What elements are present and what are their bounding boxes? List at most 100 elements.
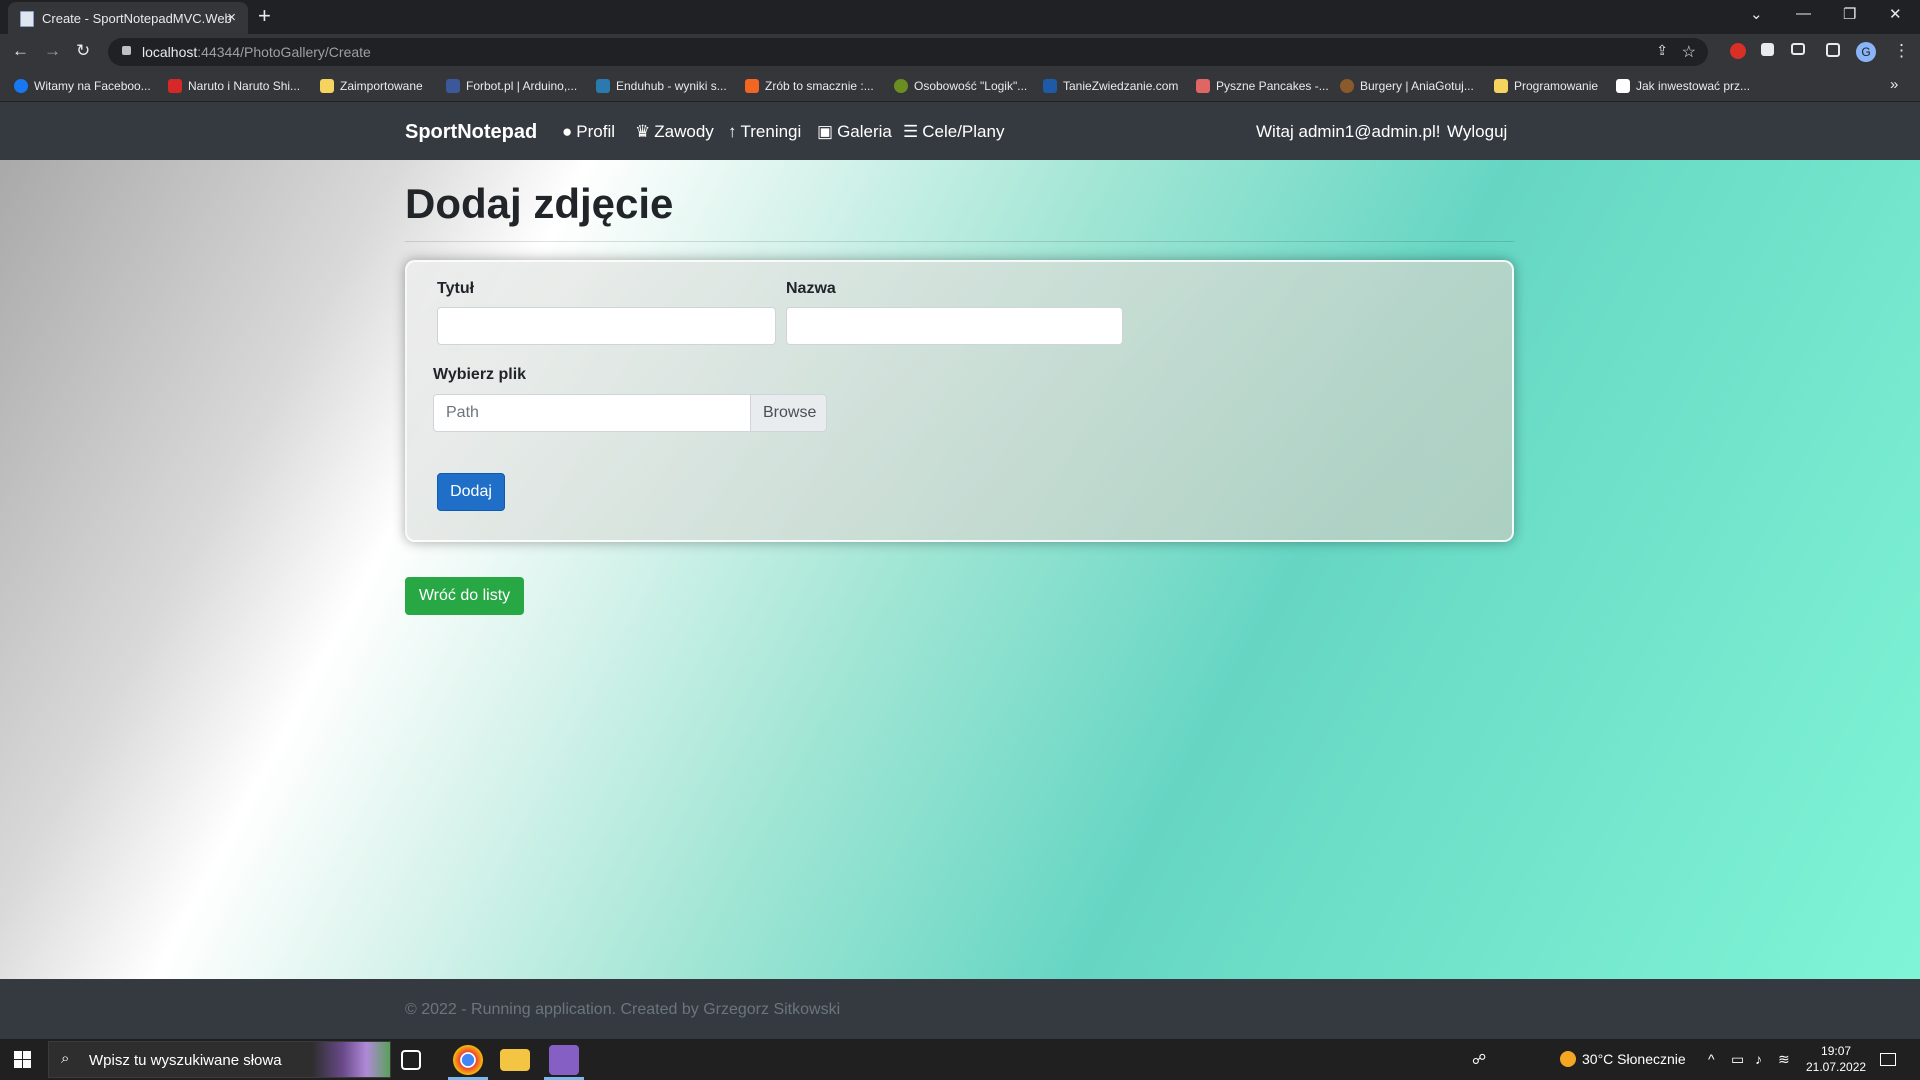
- nav-item-galeria[interactable]: ▣ Galeria: [817, 122, 892, 142]
- tab-title: Create - SportNotepadMVC.Web: [42, 11, 232, 26]
- weather-widget[interactable]: 30°C Słonecznie: [1560, 1051, 1686, 1067]
- title-label: Tytuł: [437, 280, 475, 297]
- visual-studio-icon[interactable]: [549, 1045, 579, 1075]
- brand-link[interactable]: SportNotepad: [405, 121, 537, 144]
- nav-item-zawody[interactable]: ♛ Zawody: [635, 122, 714, 142]
- windows-taskbar: ⌕ Wpisz tu wyszukiwane słowa ☍ 30°C Słon…: [0, 1039, 1920, 1080]
- bookmark-item[interactable]: Programowanie: [1494, 79, 1598, 93]
- url-text: localhost:44344/PhotoGallery/Create: [142, 44, 371, 60]
- bookmark-favicon-icon: [894, 79, 908, 93]
- side-panel-icon[interactable]: [1826, 43, 1840, 57]
- bookmark-item[interactable]: Forbot.pl | Arduino,...: [446, 79, 577, 93]
- bookmark-item[interactable]: Enduhub - wyniki s...: [596, 79, 727, 93]
- image-icon: ▣: [817, 122, 834, 141]
- bookmark-favicon-icon: [1196, 79, 1210, 93]
- nav-item-treningi[interactable]: ↑ Treningi: [728, 122, 801, 142]
- bookmark-item[interactable]: Osobowość "Logik"...: [894, 79, 1027, 93]
- people-icon[interactable]: ☍: [1472, 1051, 1486, 1068]
- folder-icon: [1494, 79, 1508, 93]
- bookmark-favicon-icon: [596, 79, 610, 93]
- bookmark-favicon-icon: [1616, 79, 1630, 93]
- bookmark-item[interactable]: Naruto i Naruto Shi...: [168, 79, 300, 93]
- new-tab-icon[interactable]: +: [258, 3, 271, 29]
- notifications-icon[interactable]: [1880, 1053, 1896, 1066]
- bookmark-item[interactable]: Pyszne Pancakes -...: [1196, 79, 1329, 93]
- bookmarks-bar: Witamy na Faceboo... Naruto i Naruto Shi…: [0, 70, 1920, 102]
- taskbar-search-placeholder: Wpisz tu wyszukiwane słowa: [89, 1052, 282, 1069]
- browser-tab-active[interactable]: Create - SportNotepadMVC.Web ×: [8, 2, 248, 34]
- tray-chevron-icon[interactable]: ^: [1708, 1051, 1715, 1067]
- bookmark-item[interactable]: Zaimportowane: [320, 79, 423, 93]
- wifi-icon[interactable]: ≋: [1778, 1051, 1790, 1068]
- extensions-puzzle-icon[interactable]: [1761, 43, 1774, 56]
- user-circle-icon: ●: [562, 122, 573, 141]
- divider: [405, 241, 1514, 242]
- bookmark-favicon-icon: [446, 79, 460, 93]
- extension-red-icon[interactable]: [1730, 43, 1746, 59]
- back-to-list-button[interactable]: Wróć do listy: [405, 577, 524, 615]
- trophy-icon: ♛: [635, 122, 651, 141]
- nav-item-profil[interactable]: ● Profil: [562, 122, 615, 142]
- clock-date: 21.07.2022: [1806, 1060, 1867, 1074]
- browser-toolbar: ← → ↻ localhost:44344/PhotoGallery/Creat…: [0, 34, 1920, 70]
- bookmark-item[interactable]: Burgery | AniaGotuj...: [1340, 79, 1474, 93]
- title-input[interactable]: [437, 307, 776, 345]
- file-label: Wybierz plik: [433, 366, 527, 383]
- taskbar-search[interactable]: ⌕ Wpisz tu wyszukiwane słowa: [48, 1041, 391, 1078]
- add-button[interactable]: Dodaj: [437, 473, 505, 511]
- nav-item-cele-plany[interactable]: ☰ Cele/Plany: [903, 122, 1004, 142]
- file-path-input[interactable]: Path: [433, 394, 751, 432]
- profile-avatar[interactable]: G: [1856, 42, 1876, 62]
- arrow-up-icon: ↑: [728, 122, 737, 141]
- search-highlight-image: [312, 1042, 390, 1077]
- address-bar[interactable]: localhost:44344/PhotoGallery/Create ⇪ ☆: [108, 38, 1708, 66]
- system-clock[interactable]: 19:07 21.07.2022: [1806, 1043, 1866, 1075]
- tab-search-icon[interactable]: ⌄: [1750, 5, 1763, 23]
- bookmark-favicon-icon: [1043, 79, 1057, 93]
- bookmark-item[interactable]: Zrób to smacznie :...: [745, 79, 874, 93]
- create-photo-form: Tytuł Nazwa Wybierz plik Path Browse Dod…: [405, 260, 1514, 542]
- close-window-icon[interactable]: ✕: [1889, 5, 1902, 23]
- bookmark-favicon-icon: [745, 79, 759, 93]
- folder-icon: [320, 79, 334, 93]
- reading-list-icon[interactable]: [1791, 43, 1805, 55]
- page-icon: [20, 11, 34, 27]
- browse-button[interactable]: Browse: [750, 394, 827, 432]
- windows-start-icon[interactable]: [14, 1051, 31, 1068]
- welcome-user-link[interactable]: Witaj admin1@admin.pl!: [1256, 122, 1441, 142]
- share-icon[interactable]: ⇪: [1656, 42, 1668, 59]
- bookmark-item[interactable]: TanieZwiedzanie.com: [1043, 79, 1178, 93]
- bookmark-favicon-icon: [1340, 79, 1354, 93]
- tab-close-icon[interactable]: ×: [227, 9, 236, 26]
- footer-text: © 2022 - Running application. Created by…: [405, 1001, 841, 1018]
- logout-link[interactable]: Wyloguj: [1447, 122, 1507, 142]
- menu-kebab-icon[interactable]: ⋮: [1893, 41, 1910, 61]
- chrome-icon[interactable]: [453, 1045, 483, 1075]
- battery-icon[interactable]: ▭: [1731, 1051, 1744, 1068]
- main-content: Dodaj zdjęcie Tytuł Nazwa Wybierz plik P…: [0, 160, 1920, 979]
- search-icon: ⌕: [61, 1050, 70, 1067]
- task-view-icon[interactable]: [401, 1050, 421, 1070]
- file-explorer-icon[interactable]: [500, 1049, 530, 1071]
- site-footer: © 2022 - Running application. Created by…: [0, 979, 1920, 1039]
- bookmark-favicon-icon: [168, 79, 182, 93]
- bookmark-star-icon[interactable]: ☆: [1682, 42, 1696, 62]
- bookmark-item[interactable]: Jak inwestować prz...: [1616, 79, 1750, 93]
- restore-icon[interactable]: ❐: [1843, 5, 1856, 23]
- clock-time: 19:07: [1821, 1044, 1852, 1058]
- name-label: Nazwa: [786, 280, 836, 297]
- lock-icon: [122, 46, 131, 55]
- list-icon: ☰: [903, 122, 919, 141]
- bookmarks-overflow-icon[interactable]: »: [1890, 76, 1898, 93]
- sun-icon: [1560, 1051, 1576, 1067]
- page-title: Dodaj zdjęcie: [405, 180, 674, 227]
- browser-tab-strip: Create - SportNotepadMVC.Web × + ⌄ — ❐ ✕: [0, 0, 1920, 34]
- forward-icon[interactable]: →: [44, 41, 61, 61]
- back-icon[interactable]: ←: [12, 41, 29, 61]
- bookmark-item[interactable]: Witamy na Faceboo...: [14, 79, 151, 93]
- volume-icon[interactable]: ♪: [1755, 1051, 1762, 1067]
- name-input[interactable]: [786, 307, 1123, 345]
- reload-icon[interactable]: ↻: [76, 41, 90, 61]
- minimize-icon[interactable]: —: [1796, 5, 1811, 22]
- bookmark-favicon-icon: [14, 79, 28, 93]
